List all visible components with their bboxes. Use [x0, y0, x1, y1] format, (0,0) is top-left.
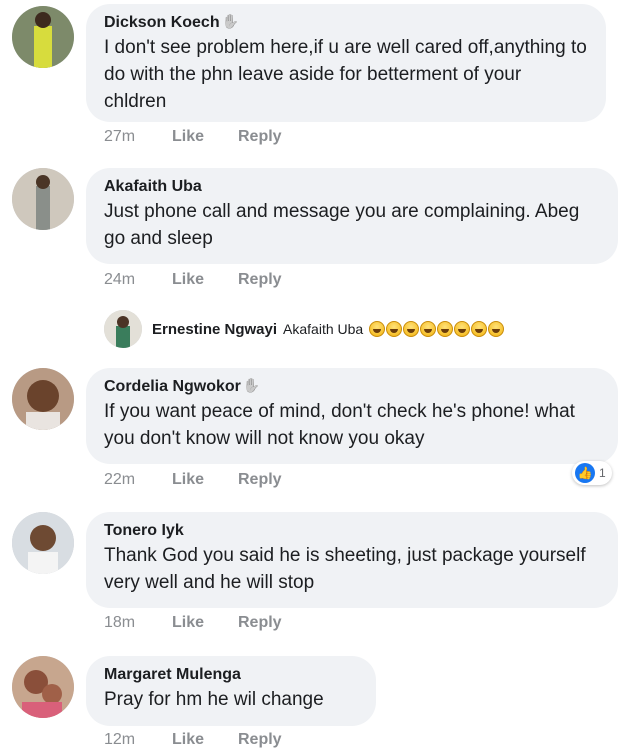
comment-bubble: Akafaith Uba Just phone call and message… — [86, 168, 618, 264]
reply-button[interactable]: Reply — [238, 128, 282, 146]
comment-actions: 22m Like Reply — [104, 471, 282, 489]
comment-bubble: Tonero Iyk Thank God you said he is shee… — [86, 512, 618, 608]
comment-actions: 27m Like Reply — [104, 128, 282, 146]
laughing-emoji-icon — [454, 321, 471, 337]
reply-button[interactable]: Reply — [238, 271, 282, 289]
laughing-emoji-icon — [369, 321, 386, 337]
wave-icon: ✋ — [242, 377, 261, 393]
like-button[interactable]: Like — [172, 128, 238, 146]
reaction-count: 1 — [599, 466, 606, 480]
avatar[interactable] — [12, 368, 74, 430]
laughing-emoji-icon — [437, 321, 454, 337]
like-button[interactable]: Like — [172, 614, 238, 632]
timestamp[interactable]: 27m — [104, 128, 172, 146]
avatar[interactable] — [104, 310, 142, 348]
reaction-summary[interactable]: 👍 1 — [572, 461, 612, 485]
laughing-emoji-icon — [471, 321, 488, 337]
like-icon: 👍 — [575, 463, 595, 483]
timestamp[interactable]: 22m — [104, 471, 172, 489]
reply-mention[interactable]: Akafaith Uba — [283, 321, 363, 337]
reply-button[interactable]: Reply — [238, 471, 282, 489]
reply-ernestine: Ernestine Ngwayi Akafaith Uba — [104, 310, 505, 348]
wave-icon: ✋ — [221, 13, 240, 29]
avatar[interactable] — [12, 512, 74, 574]
like-button[interactable]: Like — [172, 271, 238, 289]
laughing-emoji-icon — [386, 321, 403, 337]
reply-button[interactable]: Reply — [238, 614, 282, 632]
like-button[interactable]: Like — [172, 731, 238, 749]
like-button[interactable]: Like — [172, 471, 238, 489]
comment-author[interactable]: Tonero Iyk — [104, 522, 184, 540]
reply-button[interactable]: Reply — [238, 731, 282, 749]
timestamp[interactable]: 24m — [104, 271, 172, 289]
laughing-emoji-icon — [403, 321, 420, 337]
avatar[interactable] — [12, 656, 74, 718]
comment-text: Pray for hm he wil change — [104, 689, 324, 710]
comment-text: I don't see problem here,if u are well c… — [104, 37, 587, 112]
comment-author[interactable]: Cordelia Ngwokor — [104, 378, 241, 396]
comment-bubble: Margaret Mulenga Pray for hm he wil chan… — [86, 656, 376, 726]
comment-bubble: Cordelia Ngwokor ✋ If you want peace of m… — [86, 368, 618, 464]
comment-bubble: Dickson Koech ✋ I don't see problem here,… — [86, 4, 606, 122]
comment-actions: 18m Like Reply — [104, 614, 282, 632]
comment-author[interactable]: Akafaith Uba — [104, 178, 202, 196]
timestamp[interactable]: 18m — [104, 614, 172, 632]
comment-text: Just phone call and message you are comp… — [104, 201, 580, 249]
timestamp[interactable]: 12m — [104, 731, 172, 749]
comment-author[interactable]: Margaret Mulenga — [104, 666, 241, 684]
comment-actions: 24m Like Reply — [104, 271, 282, 289]
comment-actions: 12m Like Reply — [104, 731, 282, 749]
laughing-emoji-icon — [420, 321, 437, 337]
comment-text: Thank God you said he is sheeting, just … — [104, 545, 586, 593]
comment-text: If you want peace of mind, don't check h… — [104, 401, 575, 449]
avatar[interactable] — [12, 168, 74, 230]
avatar[interactable] — [12, 6, 74, 68]
laughing-emoji-icon — [488, 321, 505, 337]
comment-author[interactable]: Dickson Koech — [104, 14, 220, 32]
laughing-emoji-group — [369, 321, 505, 337]
reply-author[interactable]: Ernestine Ngwayi — [152, 321, 277, 338]
